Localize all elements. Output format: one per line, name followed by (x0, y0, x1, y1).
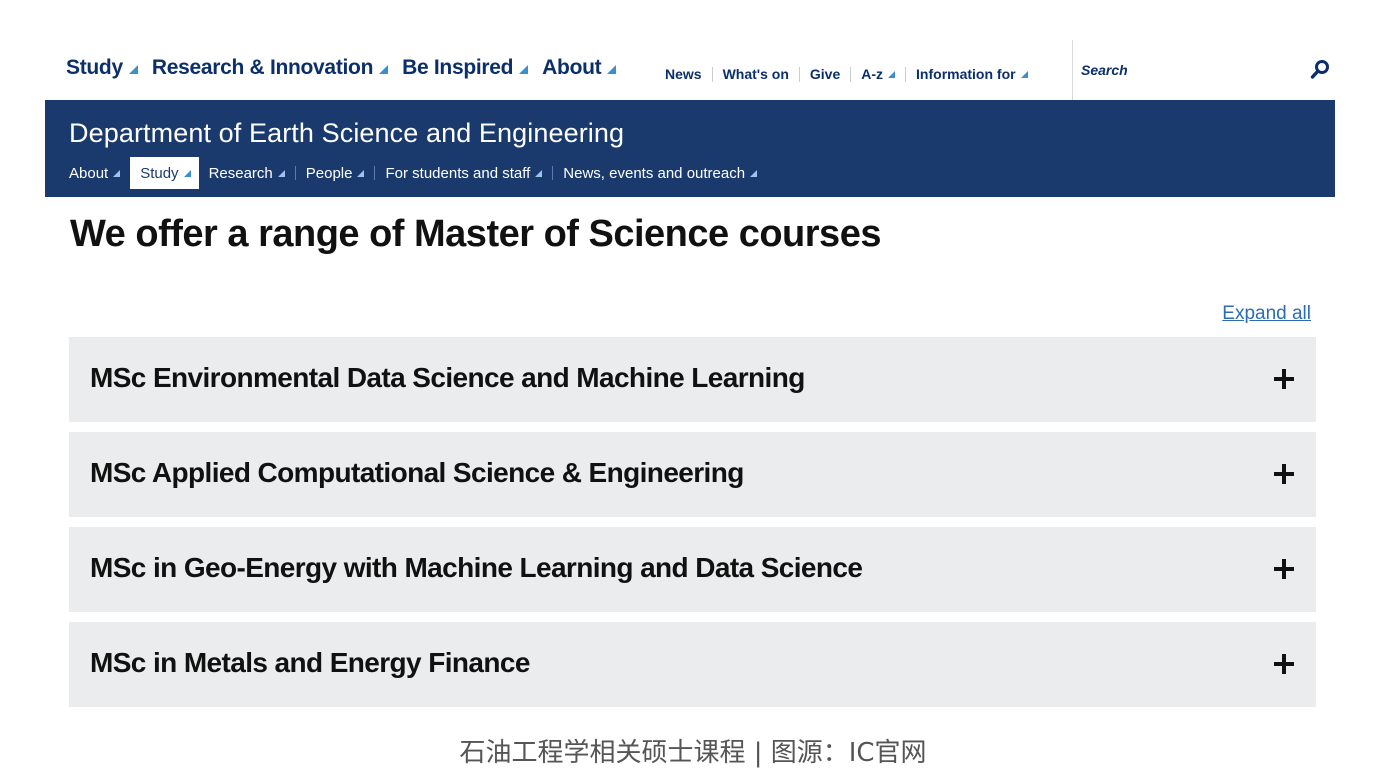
triangle-icon (888, 70, 896, 78)
utility-link-label: Give (809, 66, 841, 82)
triangle-icon (113, 169, 121, 177)
accordion-item[interactable]: MSc in Metals and Energy Finance (69, 622, 1316, 707)
utility-links: News What's on Give A-z Information for (665, 66, 1028, 82)
divider (905, 66, 907, 82)
triangle-icon (357, 169, 365, 177)
top-navigation: Study Research & Innovation Be Inspired … (66, 40, 1336, 100)
page-title: We offer a range of Master of Science co… (70, 213, 881, 255)
dept-nav-label: For students and staff (385, 164, 531, 182)
divider (374, 166, 376, 180)
triangle-icon (607, 65, 617, 74)
divider (798, 66, 800, 82)
course-accordion: MSc Environmental Data Science and Machi… (69, 337, 1316, 717)
triangle-icon (1020, 70, 1028, 78)
plus-icon[interactable] (1274, 654, 1294, 674)
expand-all-link[interactable]: Expand all (1222, 303, 1311, 325)
accordion-item-title: MSc in Geo-Energy with Machine Learning … (90, 552, 863, 583)
utility-link-whats-on[interactable]: What's on (723, 66, 789, 82)
dept-nav-study[interactable]: Study (130, 157, 199, 189)
search-box (1072, 40, 1336, 100)
main-nav-label: Study (66, 56, 123, 79)
triangle-icon (379, 65, 389, 74)
triangle-icon (519, 65, 529, 74)
utility-link-a-z[interactable]: A-z (861, 66, 896, 82)
search-input[interactable] (1081, 60, 1281, 80)
dept-nav-research[interactable]: Research (203, 157, 291, 189)
department-banner: Department of Earth Science and Engineer… (45, 100, 1335, 197)
department-title[interactable]: Department of Earth Science and Engineer… (69, 118, 624, 149)
dept-nav-label: Study (140, 164, 179, 182)
divider (552, 166, 554, 180)
main-nav-label: Be Inspired (402, 56, 514, 79)
dept-nav-people[interactable]: People (300, 157, 371, 189)
dept-nav-label: Research (208, 164, 273, 182)
main-nav-research-innovation[interactable]: Research & Innovation (151, 56, 389, 80)
accordion-item-title: MSc Applied Computational Science & Engi… (90, 457, 744, 488)
image-caption: 石油工程学相关硕士课程 | 图源：IC官网 (459, 738, 927, 768)
utility-link-information-for[interactable]: Information for (916, 66, 1028, 82)
divider (850, 66, 852, 82)
main-nav-about[interactable]: About (542, 56, 617, 80)
utility-link-label: News (665, 66, 702, 82)
accordion-item-title: MSc Environmental Data Science and Machi… (90, 362, 805, 393)
plus-icon[interactable] (1274, 464, 1294, 484)
utility-link-give[interactable]: Give (810, 66, 840, 82)
main-nav-label: Research & Innovation (151, 56, 374, 79)
main-nav-study[interactable]: Study (66, 56, 138, 80)
dept-nav-label: People (305, 164, 353, 182)
main-nav-label: About (542, 56, 602, 79)
plus-icon[interactable] (1274, 369, 1294, 389)
dept-nav-news-events-outreach[interactable]: News, events and outreach (557, 157, 763, 189)
search-icon[interactable] (1308, 58, 1332, 82)
triangle-icon (183, 169, 191, 177)
dept-nav-label: News, events and outreach (563, 164, 746, 182)
utility-link-label: Information for (916, 66, 1016, 82)
accordion-item-title: MSc in Metals and Energy Finance (90, 647, 530, 678)
divider (711, 66, 713, 82)
triangle-icon (128, 65, 138, 74)
department-nav: About Study Research People For students… (63, 157, 763, 189)
dept-nav-for-students-and-staff[interactable]: For students and staff (379, 157, 548, 189)
dept-nav-label: About (69, 164, 109, 182)
triangle-icon (750, 169, 758, 177)
accordion-item[interactable]: MSc Applied Computational Science & Engi… (69, 432, 1316, 517)
main-nav-links: Study Research & Innovation Be Inspired … (66, 56, 630, 80)
main-nav-be-inspired[interactable]: Be Inspired (402, 56, 529, 80)
utility-link-news[interactable]: News (665, 66, 702, 82)
dept-nav-about[interactable]: About (63, 157, 126, 189)
utility-link-label: What's on (722, 66, 789, 82)
divider (294, 166, 296, 180)
triangle-icon (277, 169, 285, 177)
utility-link-label: A-z (861, 66, 884, 82)
accordion-item[interactable]: MSc in Geo-Energy with Machine Learning … (69, 527, 1316, 612)
triangle-icon (535, 169, 543, 177)
accordion-item[interactable]: MSc Environmental Data Science and Machi… (69, 337, 1316, 422)
plus-icon[interactable] (1274, 559, 1294, 579)
